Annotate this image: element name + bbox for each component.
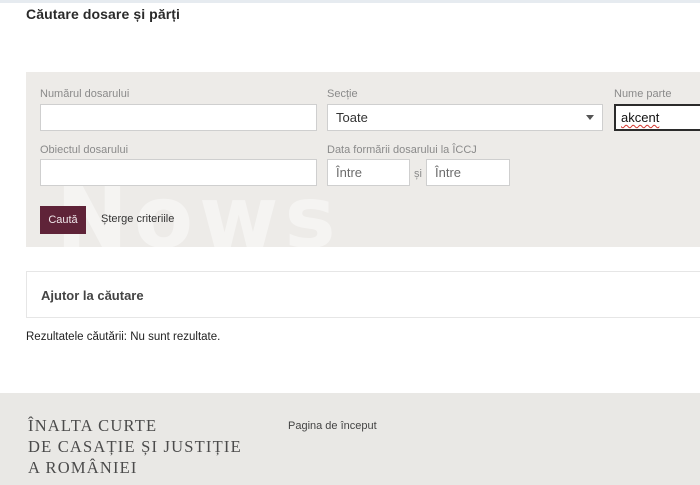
- date-from-placeholder: Între: [336, 165, 363, 180]
- party-name-value: akcent: [621, 110, 660, 125]
- section-selected-value: Toate: [336, 110, 368, 125]
- help-section[interactable]: Ajutor la căutare: [26, 271, 700, 318]
- clear-criteria-link[interactable]: Șterge criteriile: [101, 213, 174, 225]
- case-object-label: Obiectul dosarului: [40, 144, 129, 156]
- date-separator: și: [414, 168, 422, 180]
- footer: ÎNALTA CURTE DE CASAȚIE ȘI JUSTIȚIE A RO…: [0, 393, 700, 485]
- search-panel: Nows Numărul dosarului Secție Toate Nume…: [26, 72, 700, 247]
- date-to-input[interactable]: Între: [426, 159, 510, 186]
- page-title: Căutare dosare și părți: [26, 6, 181, 22]
- case-number-label: Numărul dosarului: [40, 88, 130, 100]
- date-formed-label: Data formării dosarului la ÎCCJ: [327, 144, 477, 156]
- court-logo-line-2: DE CASAȚIE ȘI JUSTIȚIE: [28, 437, 242, 456]
- search-button[interactable]: Caută: [40, 206, 86, 234]
- home-page-link[interactable]: Pagina de început: [288, 420, 377, 432]
- court-logo: ÎNALTA CURTE DE CASAȚIE ȘI JUSTIȚIE A RO…: [28, 415, 242, 478]
- help-title[interactable]: Ajutor la căutare: [41, 288, 144, 303]
- section-label: Secție: [327, 88, 358, 100]
- party-name-input[interactable]: akcent: [614, 104, 700, 131]
- case-number-input[interactable]: [40, 104, 317, 131]
- court-logo-line-1: ÎNALTA CURTE: [28, 416, 158, 435]
- section-select[interactable]: Toate: [327, 104, 603, 131]
- chevron-down-icon: [586, 115, 594, 120]
- court-logo-line-3: A ROMÂNIEI: [28, 458, 138, 477]
- top-border: [0, 0, 700, 3]
- results-text: Rezultatele căutării: Nu sunt rezultate.: [26, 331, 221, 343]
- party-name-label: Nume parte: [614, 88, 672, 100]
- case-object-input[interactable]: [40, 159, 317, 186]
- date-to-placeholder: Între: [435, 165, 462, 180]
- date-from-input[interactable]: Între: [327, 159, 410, 186]
